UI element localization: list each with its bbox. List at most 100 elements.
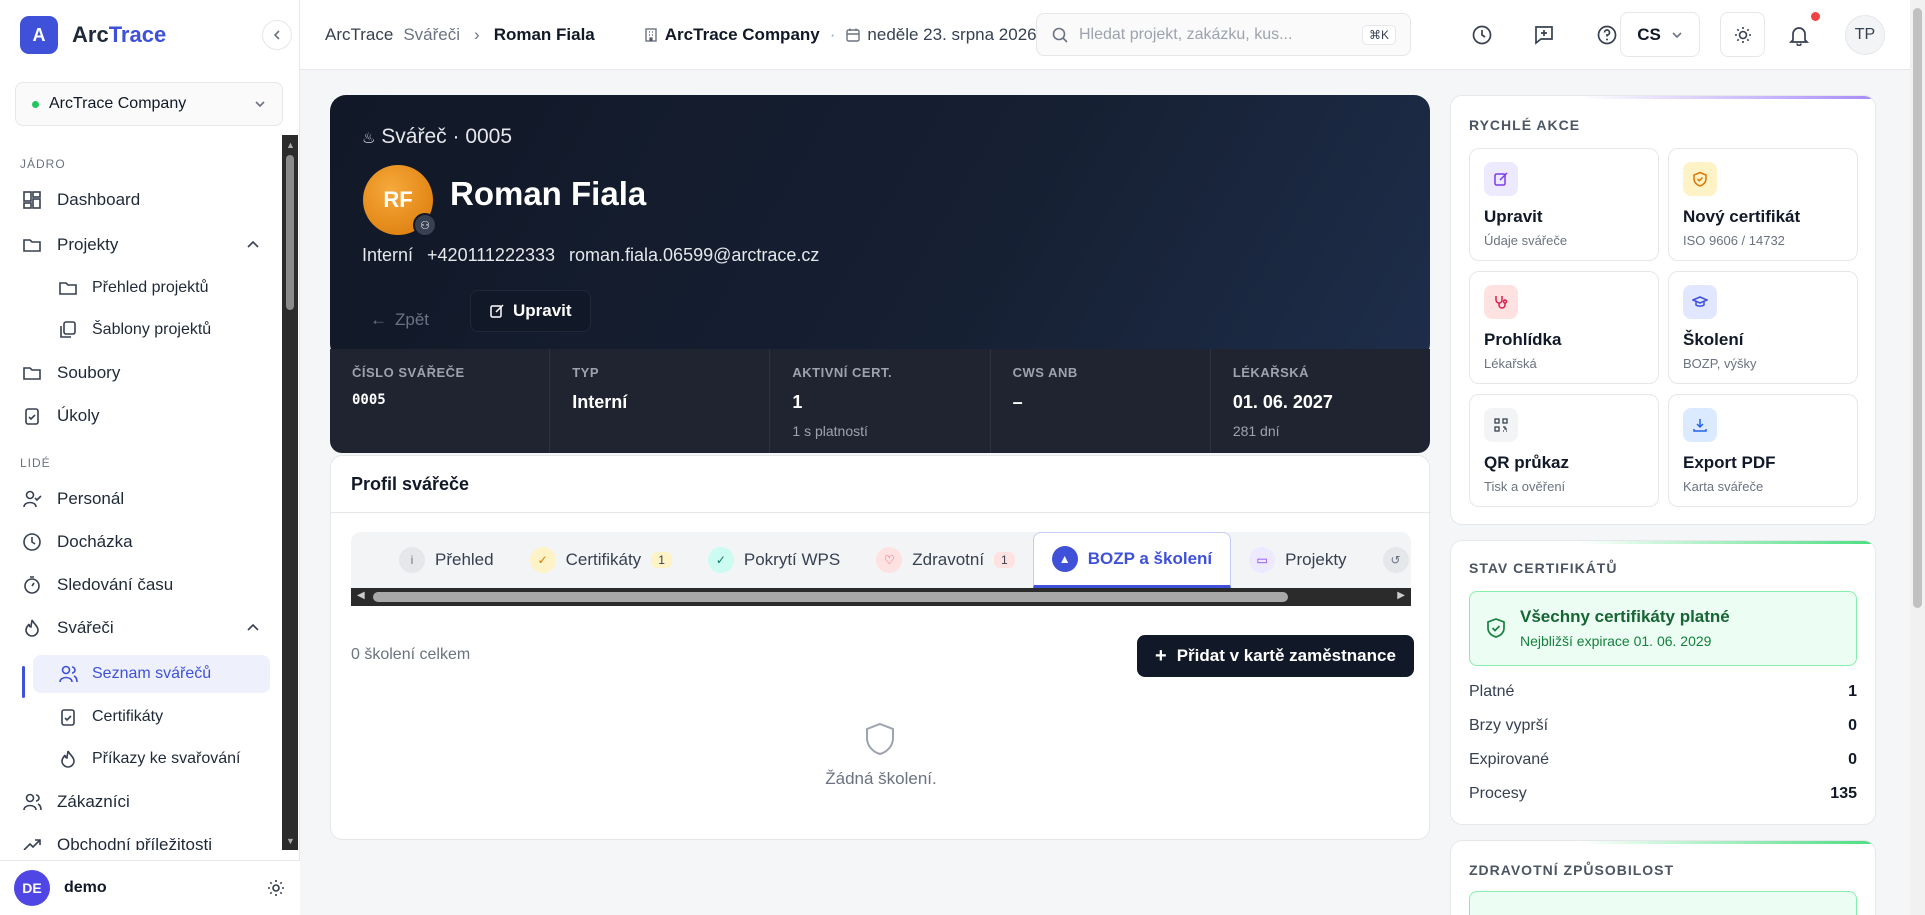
edit-button[interactable]: Upravit	[470, 290, 591, 332]
quick-action-new-certificate[interactable]: Nový certifikát ISO 9606 / 14732	[1668, 148, 1858, 261]
quick-action-training[interactable]: Školení BOZP, výšky	[1668, 271, 1858, 384]
sidebar-item-label: Svářeči	[57, 618, 114, 637]
sidebar-item-dashboard[interactable]: Dashboard	[20, 181, 270, 219]
user-check-icon	[20, 487, 44, 511]
sidebar-item-project-templates[interactable]: Šablony projektů	[58, 311, 270, 349]
nav-section-people: LIDÉ	[20, 456, 51, 470]
folder-icon	[20, 361, 44, 385]
stat-note: 281 dní	[1232, 423, 1280, 439]
company-select[interactable]: ArcTrace Company	[15, 82, 283, 126]
profile-tabs: i Přehled ✓ Certifikáty 1 ✓ Pokrytí WPS …	[351, 532, 1411, 588]
scroll-up-arrow-icon[interactable]: ▲	[286, 140, 295, 150]
sidebar-item-time-tracking[interactable]: Sledování času	[20, 566, 270, 604]
tab-count-badge: 1	[994, 552, 1015, 568]
stat-welder-number: ČÍSLO SVÁŘEČE 0005	[330, 349, 551, 453]
stat-label: CWS ANB	[1012, 365, 1078, 380]
sidebar-item-welder-list[interactable]: Seznam svářečů	[33, 655, 270, 693]
sidebar-item-opportunities[interactable]: Obchodní příležitosti	[20, 826, 270, 850]
breadcrumb-welders[interactable]: Svářeči	[403, 25, 460, 45]
tab-wps-coverage[interactable]: ✓ Pokrytí WPS	[690, 532, 858, 588]
chevron-down-icon	[255, 101, 265, 108]
dashboard-icon	[20, 188, 44, 212]
welder-name: Roman Fiala	[450, 175, 647, 212]
tab-overview[interactable]: i Přehled	[381, 532, 512, 588]
quick-action-qr-card[interactable]: QR průkaz Tisk a ověření	[1469, 394, 1659, 507]
search-input[interactable]	[1079, 25, 1359, 44]
row-value: 0	[1848, 751, 1857, 768]
quick-action-subtitle: Tisk a ověření	[1484, 479, 1566, 494]
brand[interactable]: A ArcTrace	[20, 16, 166, 54]
quick-action-checkup[interactable]: Prohlídka Lékařská	[1469, 271, 1659, 384]
theme-toggle-button[interactable]	[1720, 12, 1765, 57]
chevron-down-icon	[1672, 31, 1682, 38]
search-box: ⌘K	[1036, 13, 1411, 56]
brand-name-b: Trace	[108, 22, 167, 47]
sidebar-item-label: Šablony projektů	[92, 321, 212, 338]
tab-safety-training[interactable]: ▲ BOZP a školení	[1032, 532, 1232, 588]
language-label: CS	[1637, 24, 1661, 44]
tabs-scrollbar[interactable]: ◀ ▶	[351, 588, 1411, 606]
collapse-sidebar-button[interactable]	[262, 20, 292, 50]
clipboard-check-icon	[20, 404, 44, 428]
sidebar-item-label: Certifikáty	[92, 708, 164, 725]
quick-action-export-pdf[interactable]: Export PDF Karta svářeče	[1668, 394, 1858, 507]
tab-projects[interactable]: ▭ Projekty	[1231, 532, 1364, 588]
sidebar-item-tasks[interactable]: Úkoly	[20, 397, 270, 435]
quick-action-title: Prohlídka	[1484, 330, 1562, 349]
search-icon	[1051, 26, 1069, 44]
sidebar-item-customers[interactable]: Zákazníci	[20, 783, 270, 821]
breadcrumb-root[interactable]: ArcTrace	[325, 25, 393, 45]
sidebar-item-welders[interactable]: Svářeči	[20, 609, 270, 647]
page-scrollbar-thumb[interactable]	[1913, 8, 1922, 608]
empty-state-text: Žádná školení.	[825, 769, 937, 788]
status-dot	[32, 100, 39, 108]
sidebar-item-certificates[interactable]: Certifikáty	[58, 698, 270, 736]
certificate-stat-row: Procesy 135	[1469, 785, 1857, 803]
stat-cws-anb: CWS ANB –	[991, 349, 1211, 453]
chevron-right-icon: ›	[474, 25, 480, 44]
shield-check-icon	[1486, 617, 1506, 639]
back-button[interactable]: ← Zpět	[370, 300, 429, 340]
scroll-left-arrow-icon[interactable]: ◀	[357, 590, 365, 601]
tab-history[interactable]: ↺	[1365, 532, 1411, 588]
tabs-scrollbar-thumb[interactable]	[373, 592, 1288, 602]
sidebar-item-welding-orders[interactable]: Příkazy ke svařování	[58, 740, 270, 778]
user-avatar[interactable]: TP	[1845, 15, 1885, 55]
add-training-button[interactable]: + Přidat v kartě zaměstnance	[1137, 635, 1414, 677]
stat-label: ČÍSLO SVÁŘEČE	[352, 365, 465, 380]
history-icon	[1472, 25, 1492, 45]
notifications-button[interactable]	[1780, 16, 1818, 54]
language-select[interactable]: CS	[1620, 12, 1700, 57]
tab-label: BOZP a školení	[1087, 549, 1213, 568]
tab-label: Pokrytí WPS	[743, 550, 841, 569]
scroll-down-arrow-icon[interactable]: ▼	[286, 836, 295, 846]
card-accent-line	[1451, 96, 1875, 99]
page-scrollbar[interactable]	[1910, 0, 1925, 915]
current-date: neděle 23. srpna 2026	[867, 25, 1037, 44]
tab-certificates[interactable]: ✓ Certifikáty 1	[512, 532, 690, 588]
sidebar-scrollbar-thumb[interactable]	[286, 155, 294, 310]
sidebar-item-personnel[interactable]: Personál	[20, 480, 270, 518]
sidebar-item-label: Příkazy ke svařování	[92, 750, 241, 767]
welder-phone[interactable]: +420111222333	[427, 245, 555, 266]
avatar[interactable]: DE	[14, 870, 50, 906]
tab-label: Projekty	[1285, 550, 1347, 569]
history-button[interactable]	[1463, 16, 1501, 54]
sidebar-item-projects-overview[interactable]: Přehled projektů	[58, 269, 270, 307]
welder-email[interactable]: roman.fiala.06599@arctrace.cz	[569, 245, 819, 266]
stat-value: Interní	[572, 392, 628, 412]
sidebar-item-label: Sledování času	[57, 575, 174, 594]
quick-actions-card: RYCHLÉ AKCE Upravit Údaje svářeče Nový c…	[1450, 95, 1876, 525]
sidebar-item-files[interactable]: Soubory	[20, 354, 270, 392]
quick-action-subtitle: Lékařská	[1484, 356, 1537, 371]
tab-health[interactable]: ♡ Zdravotní 1	[858, 532, 1033, 588]
row-value: 135	[1830, 785, 1857, 802]
gear-icon[interactable]	[266, 878, 286, 898]
notification-badge	[1811, 12, 1820, 21]
quick-action-edit[interactable]: Upravit Údaje svářeče	[1469, 148, 1659, 261]
feedback-button[interactable]	[1525, 16, 1563, 54]
certificate-stat-row: Platné 1	[1469, 683, 1857, 701]
scroll-right-arrow-icon[interactable]: ▶	[1397, 590, 1405, 601]
sidebar-item-attendance[interactable]: Docházka	[20, 523, 270, 561]
sidebar-item-projects[interactable]: Projekty	[20, 226, 270, 264]
